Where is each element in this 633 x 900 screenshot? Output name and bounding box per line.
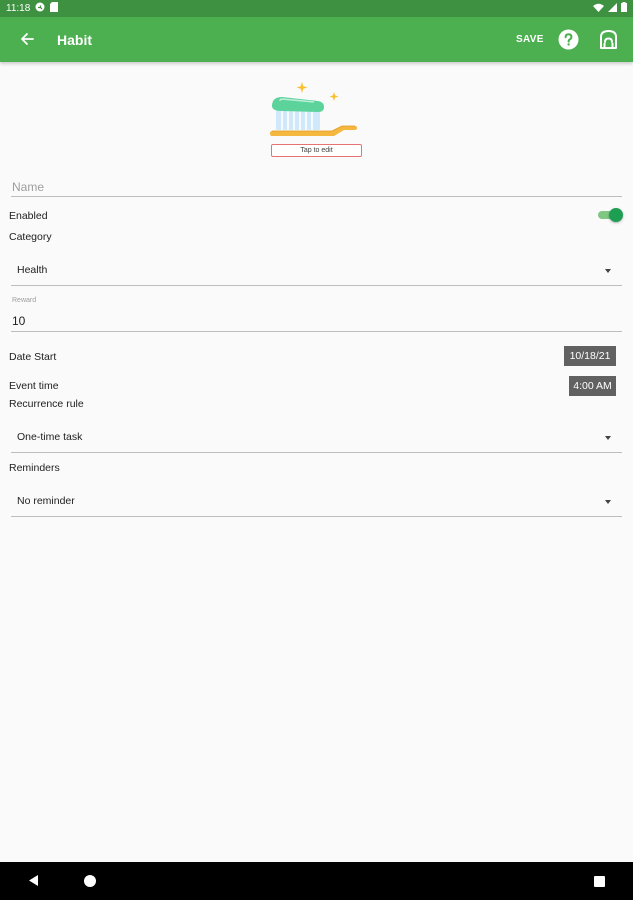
app-bar: Habit SAVE bbox=[0, 17, 633, 62]
enabled-switch[interactable] bbox=[598, 208, 623, 222]
switch-thumb bbox=[609, 208, 623, 222]
dropdown-arrow-icon bbox=[605, 436, 611, 440]
signal-icon bbox=[608, 2, 617, 15]
reward-label: Reward bbox=[12, 297, 37, 304]
arrow-left-icon bbox=[21, 33, 34, 45]
category-dropdown[interactable]: Health bbox=[11, 256, 622, 286]
triangle-back-icon bbox=[29, 875, 38, 886]
recurrence-label: Recurrence rule bbox=[9, 398, 84, 410]
name-field-container bbox=[11, 176, 622, 197]
sd-card-icon bbox=[50, 2, 59, 15]
status-right bbox=[593, 2, 627, 15]
dropdown-arrow-icon bbox=[605, 500, 611, 504]
save-button[interactable]: SAVE bbox=[516, 34, 544, 45]
system-navigation-bar bbox=[0, 862, 633, 900]
event-time-label: Event time bbox=[9, 380, 59, 392]
name-input[interactable] bbox=[11, 176, 622, 194]
category-value: Health bbox=[17, 264, 48, 276]
status-left: 11:18 bbox=[6, 2, 59, 15]
event-time-button[interactable]: 4:00 AM bbox=[569, 376, 616, 396]
battery-icon bbox=[621, 2, 627, 15]
date-start-label: Date Start bbox=[9, 351, 57, 363]
reminders-value: No reminder bbox=[17, 495, 75, 507]
date-start-button[interactable]: 10/18/21 bbox=[564, 346, 616, 366]
category-label: Category bbox=[9, 231, 52, 243]
recurrence-dropdown[interactable]: One-time task bbox=[11, 423, 622, 453]
enabled-label: Enabled bbox=[9, 210, 48, 222]
nav-home-button[interactable] bbox=[84, 875, 96, 887]
help-button[interactable] bbox=[558, 29, 579, 50]
reward-input[interactable] bbox=[11, 311, 622, 328]
app-notification-icon bbox=[35, 2, 45, 15]
shopping-bag-icon bbox=[600, 30, 617, 49]
store-button[interactable] bbox=[598, 29, 619, 50]
reminders-dropdown[interactable]: No reminder bbox=[11, 487, 622, 517]
nav-back-button[interactable] bbox=[28, 874, 39, 892]
status-time: 11:18 bbox=[6, 3, 31, 14]
status-bar: 11:18 bbox=[0, 0, 633, 17]
page-title: Habit bbox=[57, 32, 92, 48]
dropdown-arrow-icon bbox=[605, 269, 611, 273]
recurrence-value: One-time task bbox=[17, 431, 83, 443]
tap-to-edit-label: Tap to edit bbox=[271, 144, 362, 157]
reward-field-container bbox=[11, 311, 622, 332]
help-icon bbox=[558, 29, 579, 50]
wifi-icon bbox=[593, 3, 604, 15]
reminders-label: Reminders bbox=[9, 462, 60, 474]
nav-recents-button[interactable] bbox=[594, 876, 605, 887]
back-button[interactable] bbox=[14, 26, 40, 52]
